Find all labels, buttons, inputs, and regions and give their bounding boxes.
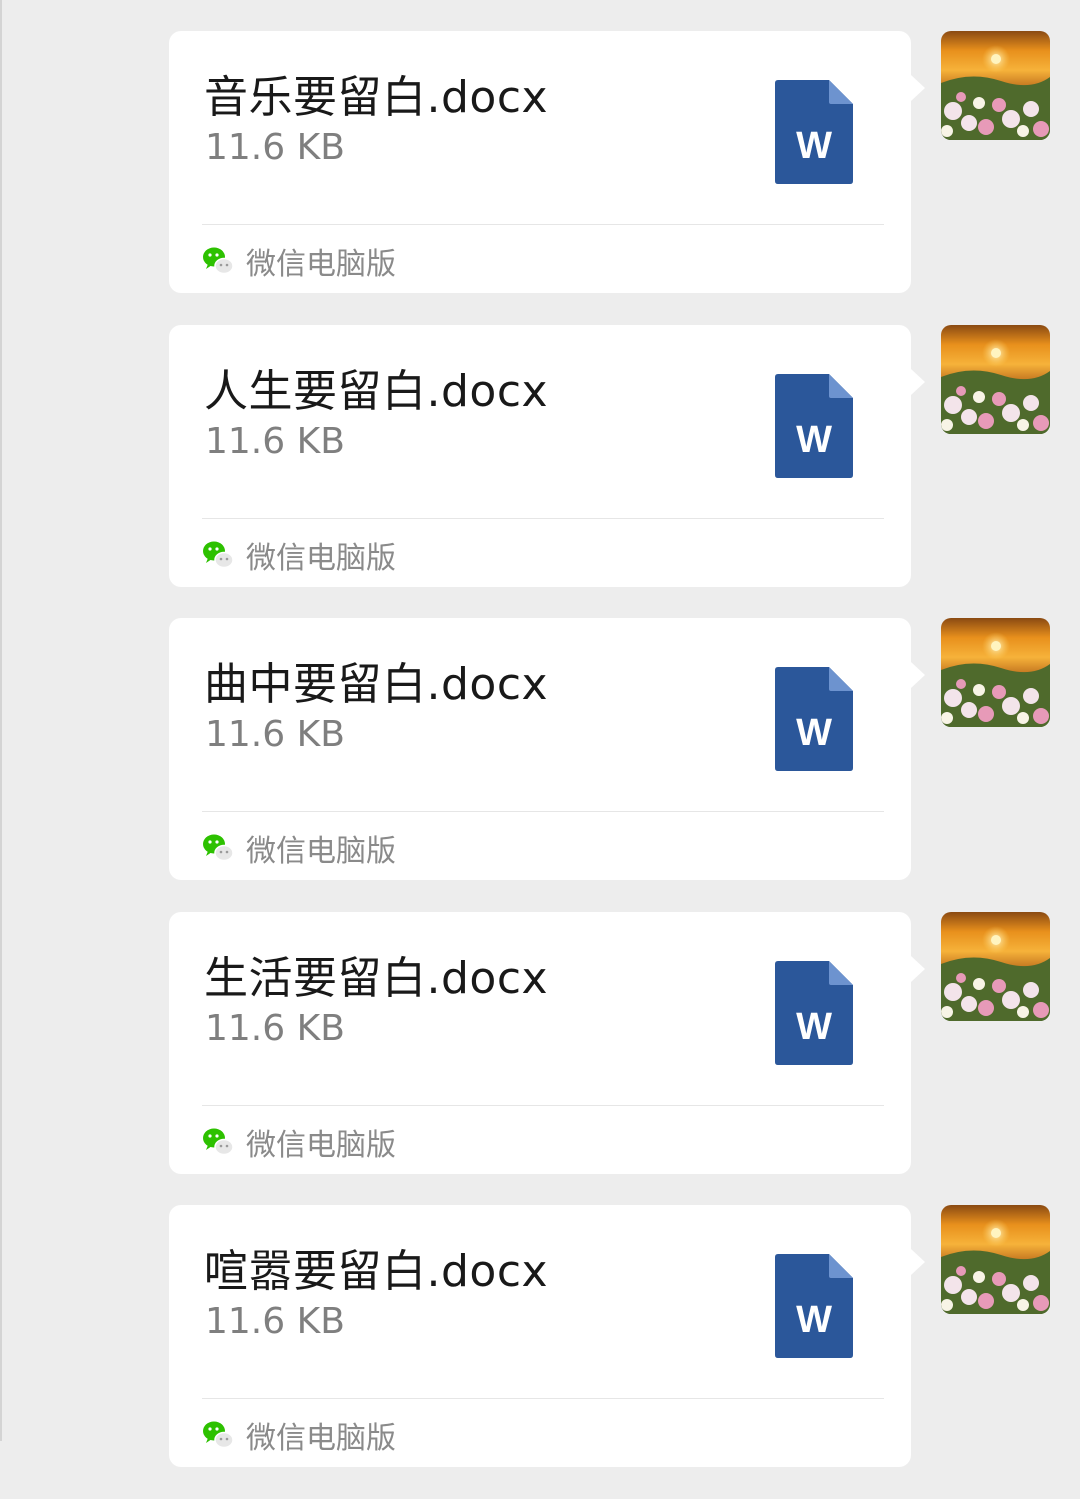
- wechat-icon: [203, 541, 234, 568]
- bubble-tail: [911, 955, 925, 982]
- file-type-letter: W: [796, 419, 832, 461]
- file-name: 曲中要留白.docx: [204, 659, 549, 710]
- source-label: 微信电脑版: [246, 247, 396, 282]
- file-type-letter: W: [796, 1299, 832, 1341]
- source-app: 微信电脑版: [202, 533, 396, 577]
- chat-message-list[interactable]: 音乐要留白.docx 11.6 KB W 微信电脑版 人生要留白.docx 11…: [0, 31, 1080, 1499]
- file-size: 11.6 KB: [205, 1301, 345, 1342]
- word-document-icon: W: [775, 960, 853, 1065]
- file-message-bubble[interactable]: 喧嚣要留白.docx 11.6 KB W 微信电脑版: [169, 1205, 911, 1467]
- file-message-bubble[interactable]: 音乐要留白.docx 11.6 KB W 微信电脑版: [169, 31, 911, 293]
- source-label: 微信电脑版: [246, 834, 396, 869]
- message-row: 人生要留白.docx 11.6 KB W 微信电脑版: [0, 324, 1080, 619]
- file-type-letter: W: [796, 125, 832, 167]
- message-row: 音乐要留白.docx 11.6 KB W 微信电脑版: [0, 31, 1080, 325]
- file-type-letter: W: [796, 1006, 832, 1048]
- message-row: 喧嚣要留白.docx 11.6 KB W 微信电脑版: [0, 1205, 1080, 1499]
- file-message-bubble[interactable]: 生活要留白.docx 11.6 KB W 微信电脑版: [169, 911, 911, 1174]
- message-row: 生活要留白.docx 11.6 KB W 微信电脑版: [0, 911, 1080, 1206]
- sender-avatar[interactable]: [941, 618, 1050, 727]
- source-label: 微信电脑版: [246, 1421, 396, 1456]
- sender-avatar[interactable]: [941, 31, 1050, 140]
- file-name: 生活要留白.docx: [204, 952, 549, 1004]
- divider: [202, 517, 884, 519]
- word-document-icon: W: [775, 667, 853, 771]
- file-message-bubble[interactable]: 人生要留白.docx 11.6 KB W 微信电脑版: [169, 324, 911, 587]
- file-size: 11.6 KB: [205, 714, 345, 755]
- divider: [202, 1398, 884, 1399]
- divider: [202, 811, 884, 812]
- sender-avatar[interactable]: [941, 1205, 1050, 1314]
- message-row: 曲中要留白.docx 11.6 KB W 微信电脑版: [0, 618, 1080, 912]
- bubble-tail: [911, 75, 925, 101]
- wechat-icon: [203, 1421, 234, 1449]
- word-document-icon: W: [775, 1254, 853, 1358]
- sender-avatar[interactable]: [941, 911, 1050, 1021]
- wechat-icon: [203, 834, 234, 862]
- wechat-icon: [203, 247, 234, 275]
- file-size: 11.6 KB: [205, 1007, 345, 1049]
- file-name: 喧嚣要留白.docx: [204, 1246, 549, 1297]
- word-document-icon: W: [775, 373, 853, 478]
- source-label: 微信电脑版: [246, 540, 396, 576]
- source-app: 微信电脑版: [202, 1413, 396, 1457]
- file-size: 11.6 KB: [205, 420, 345, 462]
- bubble-tail: [911, 662, 925, 688]
- source-app: 微信电脑版: [202, 239, 396, 283]
- source-app: 微信电脑版: [202, 826, 396, 870]
- file-name: 人生要留白.docx: [204, 365, 549, 417]
- source-app: 微信电脑版: [202, 1120, 396, 1164]
- word-document-icon: W: [775, 80, 853, 184]
- divider: [202, 1104, 884, 1106]
- wechat-icon: [203, 1128, 234, 1155]
- file-size: 11.6 KB: [205, 127, 345, 168]
- sender-avatar[interactable]: [941, 324, 1050, 434]
- divider: [202, 224, 884, 225]
- file-name: 音乐要留白.docx: [204, 72, 549, 123]
- bubble-tail: [911, 1249, 925, 1275]
- file-type-letter: W: [796, 712, 832, 754]
- bubble-tail: [911, 368, 925, 395]
- file-message-bubble[interactable]: 曲中要留白.docx 11.6 KB W 微信电脑版: [169, 618, 911, 880]
- source-label: 微信电脑版: [246, 1127, 396, 1163]
